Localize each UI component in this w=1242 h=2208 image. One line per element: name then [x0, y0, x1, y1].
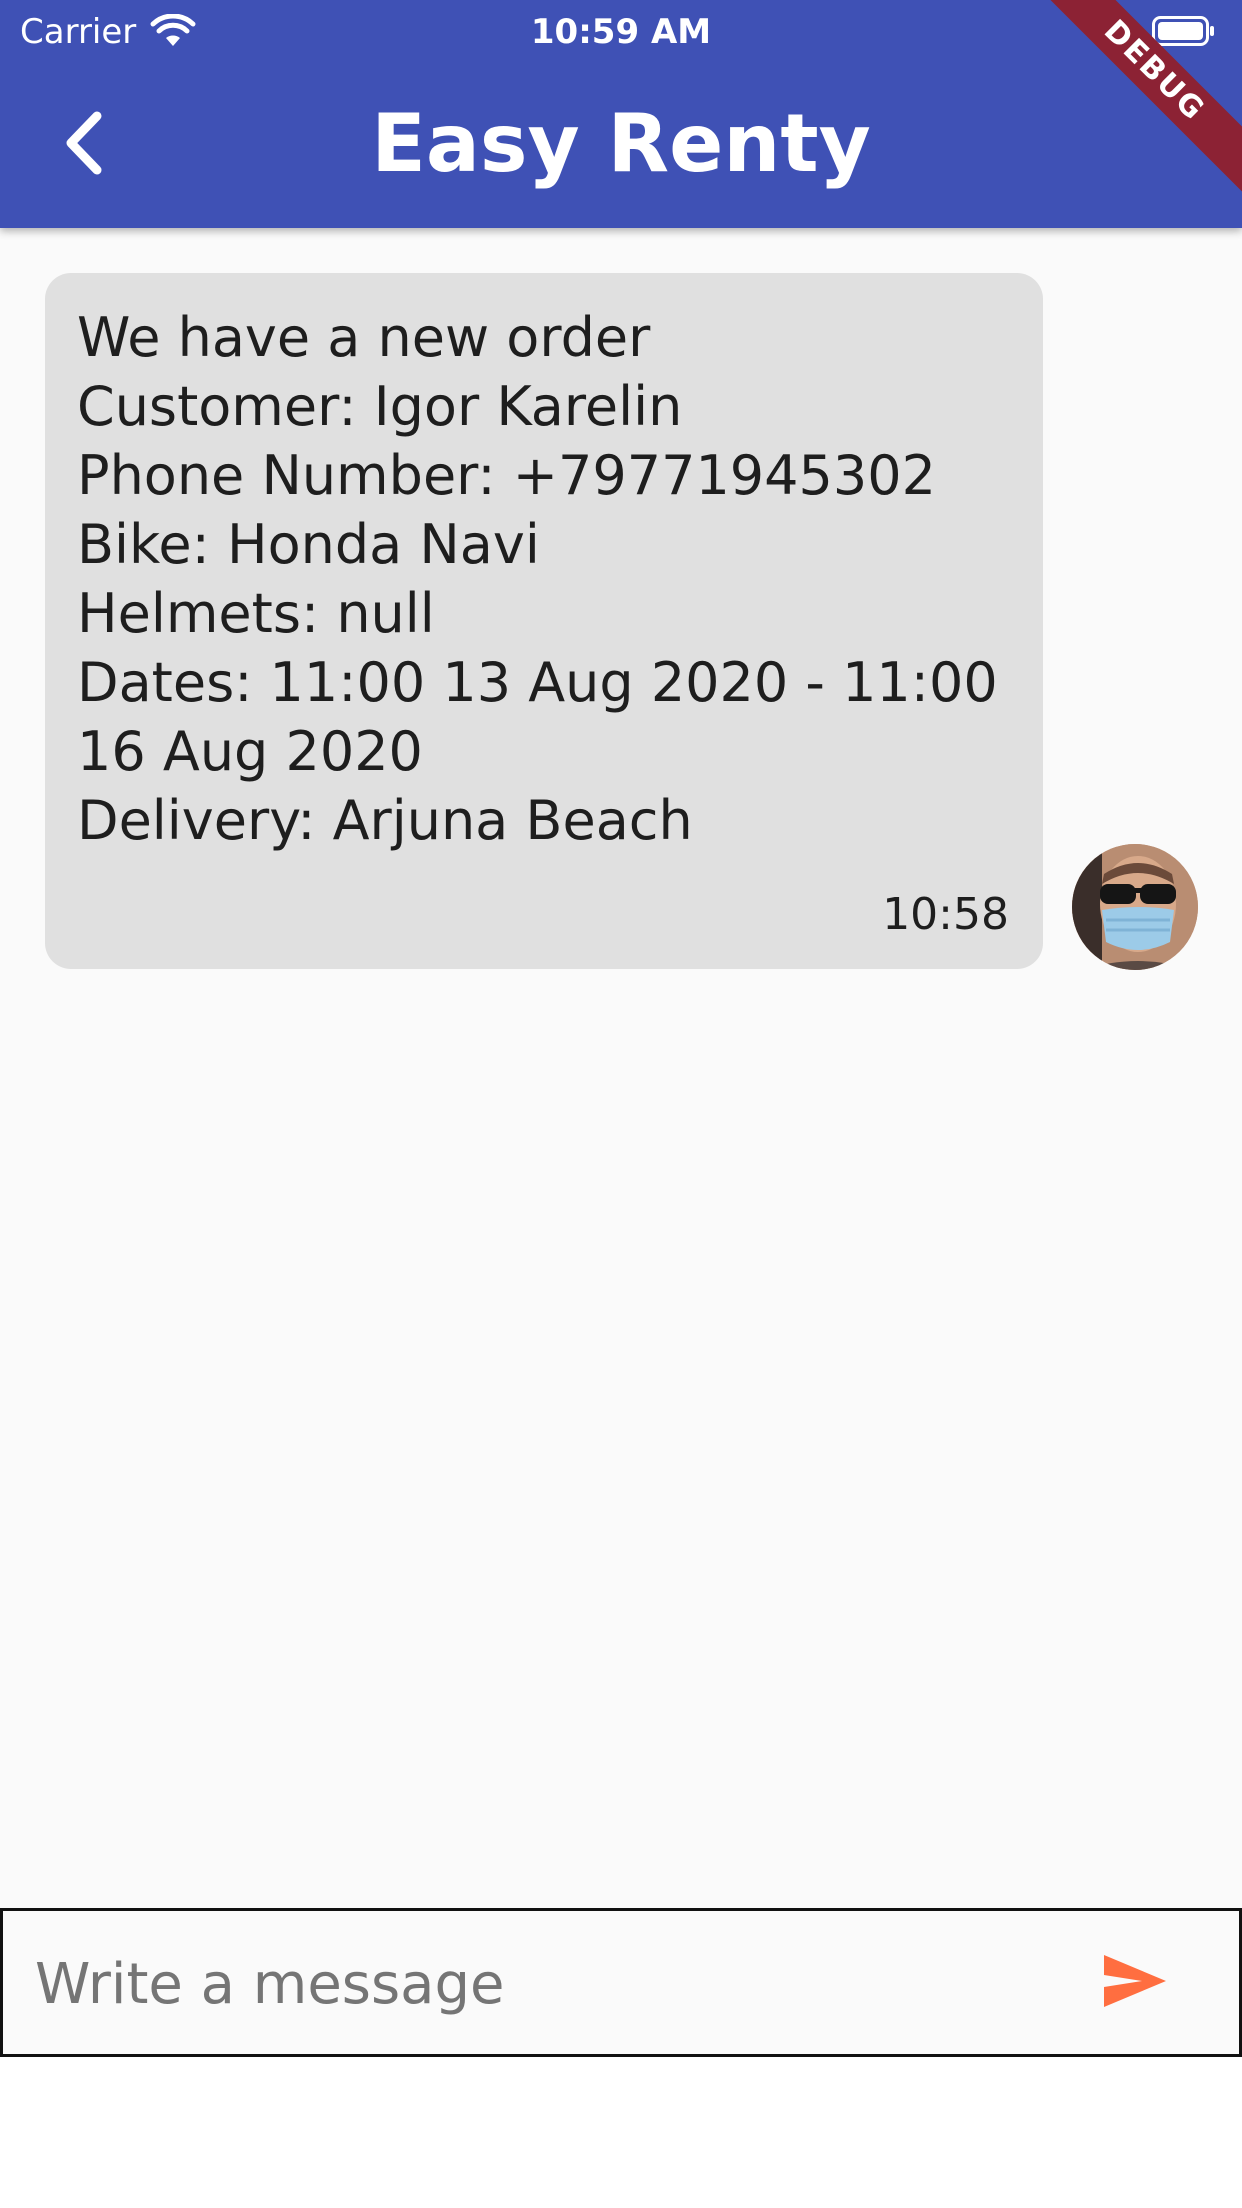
chat-screen: Carrier 10:59 AM Easy Renty DEBUG We hav… [0, 0, 1242, 2208]
bottom-safe-area [0, 2057, 1242, 2208]
page-title: Easy Renty [371, 97, 871, 190]
message-list[interactable]: We have a new order Customer: Igor Karel… [0, 228, 1242, 1908]
message-line: Delivery: Arjuna Beach [77, 789, 693, 852]
status-time: 10:59 AM [530, 12, 712, 52]
status-bar: Carrier 10:59 AM [0, 0, 1242, 62]
message-text: We have a new order Customer: Igor Karel… [77, 303, 1011, 855]
message-line: Customer: Igor Karelin [77, 375, 683, 438]
app-bar: Easy Renty [0, 62, 1242, 228]
message-composer [0, 1908, 1242, 2057]
message-timestamp: 10:58 [882, 889, 1009, 940]
message-bubble: We have a new order Customer: Igor Karel… [45, 273, 1043, 969]
avatar[interactable] [1072, 844, 1198, 970]
header: Carrier 10:59 AM Easy Renty DEBUG [0, 0, 1242, 228]
send-button[interactable] [1083, 1931, 1187, 2035]
message-line: Phone Number: +79771945302 [77, 444, 936, 507]
message-line: Helmets: null [77, 582, 435, 645]
message-line: We have a new order [77, 306, 651, 369]
message-line: Dates: 11:00 13 Aug 2020 - 11:00 [77, 651, 998, 714]
battery-icon [1152, 16, 1216, 46]
send-icon [1102, 1953, 1168, 2013]
message-line: 16 Aug 2020 [77, 720, 423, 783]
message-input[interactable] [33, 1931, 1037, 2037]
message-line: Bike: Honda Navi [77, 513, 540, 576]
